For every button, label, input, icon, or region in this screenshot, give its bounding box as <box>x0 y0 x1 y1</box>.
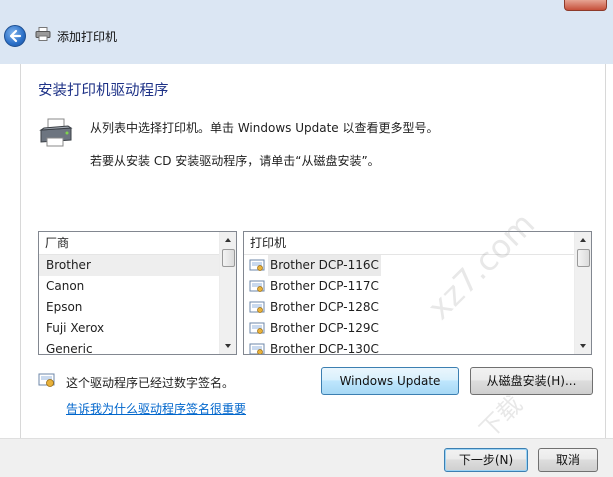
manufacturer-list[interactable]: 厂商 Brother Canon Epson Fuji Xerox Generi… <box>38 231 237 355</box>
manufacturer-item[interactable]: Generic <box>39 339 236 354</box>
manufacturer-item[interactable]: Fuji Xerox <box>39 318 236 339</box>
have-disk-button[interactable]: 从磁盘安装(H)... <box>470 367 593 395</box>
printer-item[interactable]: Brother DCP-116C <box>244 255 591 276</box>
scroll-down-icon[interactable] <box>575 338 591 354</box>
scroll-thumb[interactable] <box>222 249 235 267</box>
close-button[interactable] <box>564 0 607 11</box>
printer-item[interactable]: Brother DCP-128C <box>244 297 591 318</box>
window-title: 添加打印机 <box>57 30 118 44</box>
printer-driver-icon <box>249 280 265 292</box>
back-arrow-icon <box>9 29 22 43</box>
printer-driver-icon <box>249 301 265 313</box>
manufacturer-item[interactable]: Epson <box>39 297 236 318</box>
shield-certificate-icon <box>38 372 56 391</box>
printer-driver-icon <box>249 343 265 354</box>
cancel-button[interactable]: 取消 <box>538 448 598 472</box>
scroll-down-icon[interactable] <box>220 338 236 354</box>
printer-item-label: Brother DCP-129C <box>270 321 379 335</box>
next-button[interactable]: 下一步(N) <box>444 448 528 472</box>
printer-scrollbar[interactable] <box>574 232 591 354</box>
printer-item[interactable]: Brother DCP-117C <box>244 276 591 297</box>
printer-driver-icon <box>38 118 74 151</box>
page-heading: 安装打印机驱动程序 <box>38 83 169 99</box>
scroll-up-icon[interactable] <box>220 232 236 248</box>
printer-list-header: 打印机 <box>244 232 591 255</box>
scroll-up-icon[interactable] <box>575 232 591 248</box>
manufacturer-list-header: 厂商 <box>39 232 236 255</box>
instruction-text: 从列表中选择打印机。单击 Windows Update 以查看更多型号。 <box>90 121 439 135</box>
printer-item[interactable]: Brother DCP-129C <box>244 318 591 339</box>
scroll-thumb[interactable] <box>577 249 590 267</box>
printer-list[interactable]: 打印机 Brother DCP-116C Brother DCP-117C Br… <box>243 231 592 355</box>
printer-item-label: Brother DCP-116C <box>268 255 381 276</box>
manufacturer-item[interactable]: Canon <box>39 276 236 297</box>
printer-item-label: Brother DCP-117C <box>270 279 379 293</box>
manufacturer-item[interactable]: Brother <box>39 255 236 276</box>
windows-update-button[interactable]: Windows Update <box>321 367 459 395</box>
back-button[interactable] <box>4 25 26 47</box>
printer-item-label: Brother DCP-128C <box>270 300 379 314</box>
signature-status-text: 这个驱动程序已经过数字签名。 <box>66 376 235 390</box>
printer-item-label: Brother DCP-130C <box>270 342 379 355</box>
printer-icon <box>35 27 51 44</box>
signature-help-link[interactable]: 告诉我为什么驱动程序签名很重要 <box>66 400 246 417</box>
title-bar: 添加打印机 <box>0 0 613 64</box>
printer-driver-icon <box>249 322 265 334</box>
printer-driver-icon <box>249 259 265 271</box>
printer-item[interactable]: Brother DCP-130C <box>244 339 591 355</box>
disk-instruction-text: 若要从安装 CD 安装驱动程序，请单击“从磁盘安装”。 <box>90 154 380 168</box>
manufacturer-scrollbar[interactable] <box>219 232 236 354</box>
